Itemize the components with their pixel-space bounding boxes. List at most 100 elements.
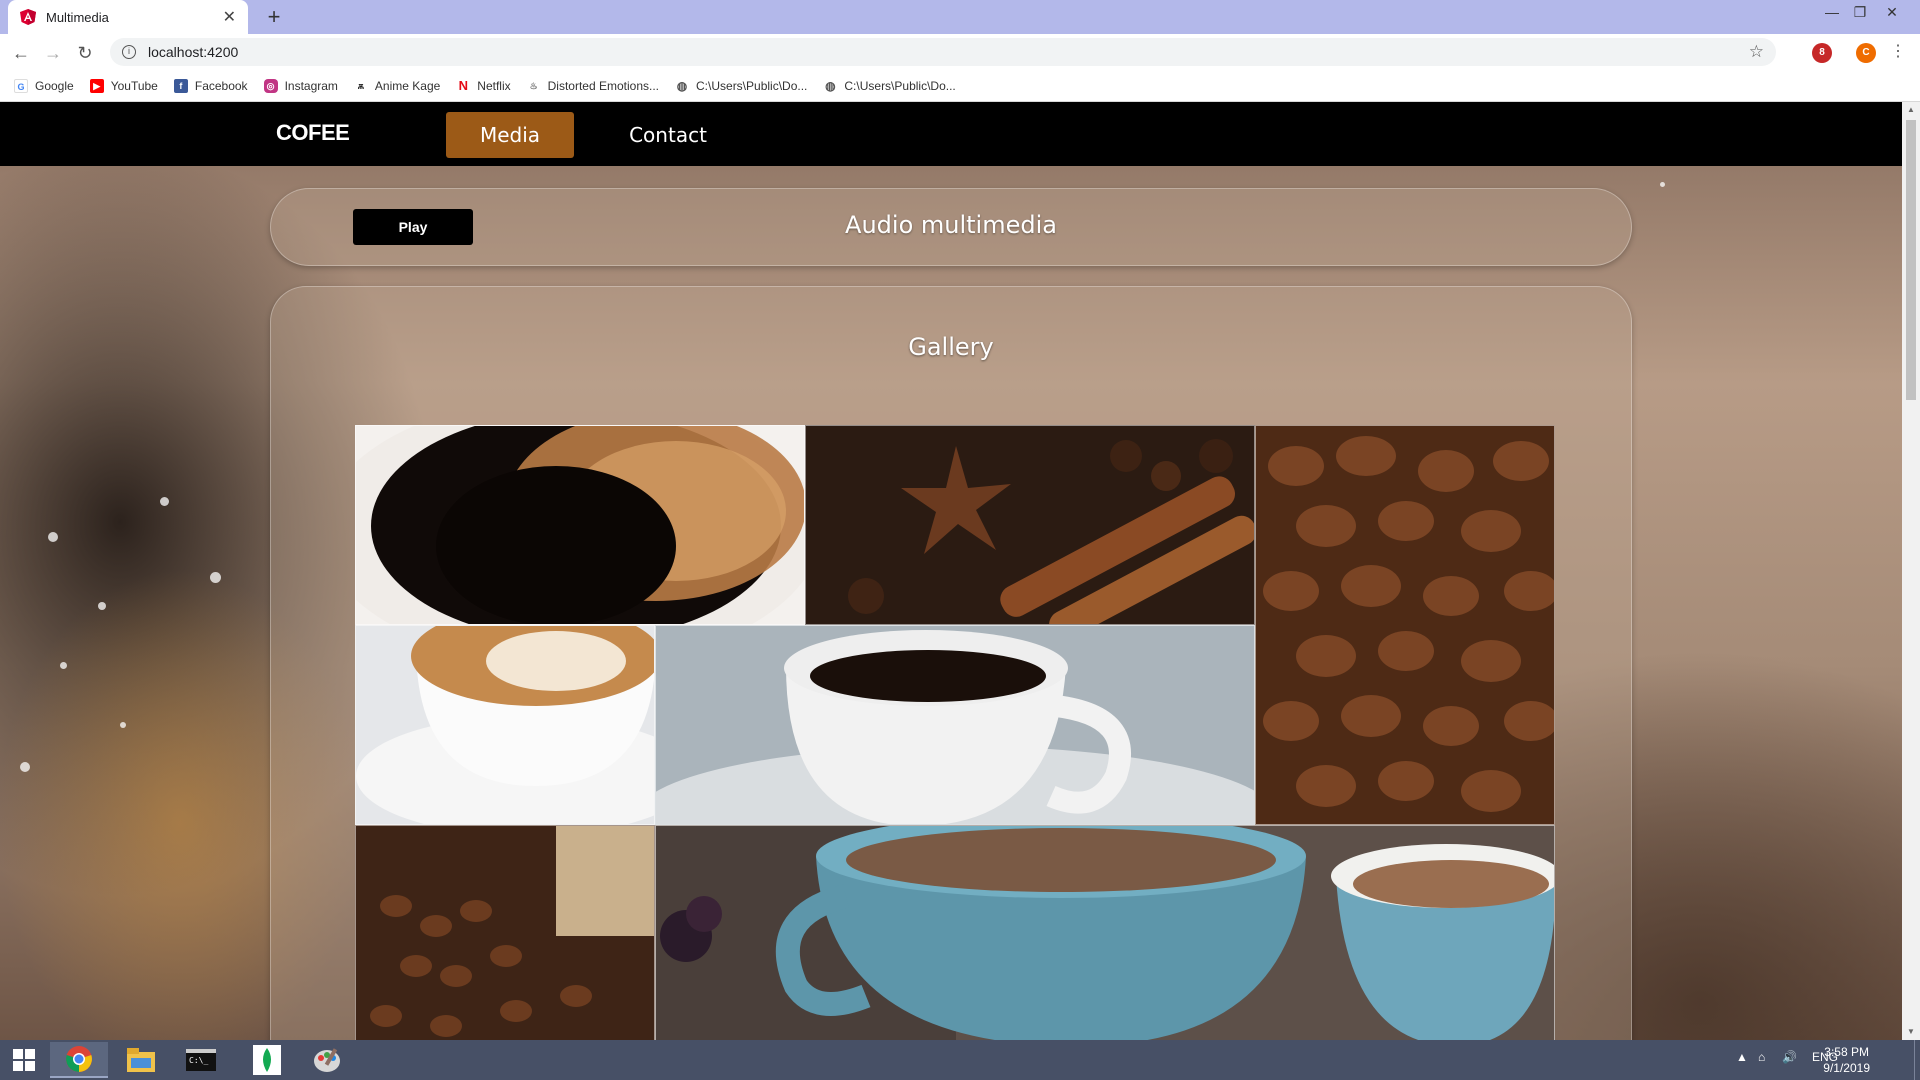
netflix-icon: N [458, 77, 468, 93]
bookmark-google[interactable]: G Google [14, 78, 74, 93]
bookmark-distorted-emotions[interactable]: ♨ Distorted Emotions... [527, 79, 659, 93]
bookmark-label: Google [35, 78, 74, 93]
windows-start-icon[interactable] [0, 1042, 48, 1078]
bookmark-anime-kage[interactable]: ѫ Anime Kage [354, 78, 441, 93]
bookmark-netflix[interactable]: N Netflix [456, 77, 511, 93]
background-droplet [120, 722, 126, 728]
info-icon[interactable]: i [122, 45, 136, 59]
youtube-icon: ▶ [89, 78, 104, 93]
terminal-icon[interactable]: C:\_ [172, 1042, 230, 1078]
globe-icon: ◍ [825, 78, 836, 93]
clock-time: 3:58 PM [1824, 1045, 1869, 1059]
restore-icon[interactable]: ❐ [1846, 4, 1874, 21]
new-tab-button[interactable]: + [262, 5, 286, 29]
gallery-image-blue-cups[interactable] [655, 825, 1555, 1040]
audio-title: Audio multimedia [845, 211, 1057, 239]
gallery-image-beans[interactable] [1255, 425, 1555, 825]
audio-player-card: Audio multimedia Play [270, 188, 1632, 266]
network-icon[interactable]: ⌂ [1758, 1050, 1765, 1064]
clock-date: 9/1/2019 [1823, 1061, 1870, 1075]
background-droplet [20, 762, 30, 772]
profile-avatar[interactable]: C [1856, 43, 1876, 63]
paint-icon[interactable] [298, 1042, 356, 1078]
bookmark-instagram[interactable]: ◎ Instagram [263, 78, 338, 93]
browser-toolbar: ← → ↻ i localhost:4200 ☆ 8 C ⋮ [0, 34, 1920, 70]
bookmark-local-file-2[interactable]: ◍ C:\Users\Public\Do... [823, 78, 956, 93]
browser-menu-icon[interactable]: ⋮ [1890, 41, 1906, 61]
bookmark-label: Anime Kage [374, 78, 441, 93]
facebook-icon: f [173, 78, 188, 93]
close-window-icon[interactable]: ✕ [1878, 4, 1906, 21]
distorted-emotions-icon: ♨ [529, 80, 538, 91]
bookmark-star-icon[interactable]: ☆ [1749, 42, 1764, 62]
gallery-image-beans-jar[interactable] [355, 825, 655, 1040]
bookmark-facebook[interactable]: f Facebook [173, 78, 248, 93]
extension-badge: 8 [1819, 47, 1825, 58]
reload-icon[interactable]: ↻ [74, 42, 96, 64]
bookmark-label: Facebook [194, 78, 248, 93]
instagram-icon: ◎ [263, 78, 278, 93]
volume-icon[interactable]: 🔊 [1782, 1050, 1797, 1064]
gallery-image-espresso[interactable] [355, 425, 805, 625]
globe-icon: ◍ [676, 78, 688, 93]
chrome-taskbar-icon[interactable] [50, 1042, 108, 1078]
browser-tab[interactable]: Multimedia ✕ [8, 0, 248, 34]
bookmark-label: Instagram [284, 78, 338, 93]
bookmark-label: YouTube [110, 78, 158, 93]
bookmarks-bar: G Google ▶ YouTube f Facebook ◎ Instagra… [0, 70, 1920, 102]
svg-text:C:\_: C:\_ [189, 1056, 208, 1065]
nav-media-link[interactable]: Media [446, 112, 574, 158]
play-button[interactable]: Play [353, 209, 473, 245]
latte-art-photo [356, 626, 654, 824]
tab-title: Multimedia [46, 9, 109, 25]
gallery-image-white-cup[interactable] [655, 625, 1255, 825]
mongodb-compass-icon[interactable] [238, 1042, 296, 1078]
bookmark-local-file-1[interactable]: ◍ C:\Users\Public\Do... [675, 78, 808, 93]
coffee-beans-photo [1256, 426, 1554, 824]
scroll-down-arrow-icon[interactable]: ▼ [1902, 1024, 1920, 1040]
background-droplet [160, 497, 169, 506]
bookmark-label: Netflix [477, 78, 511, 93]
background-droplet [98, 602, 106, 610]
gallery-card: Gallery [270, 286, 1632, 1040]
page-viewport: COFEE Media Contact Audio multimedia Pla… [0, 102, 1902, 1040]
blue-cups-photo [656, 826, 1554, 1040]
scroll-up-arrow-icon[interactable]: ▲ [1902, 102, 1920, 118]
background-droplet [1660, 182, 1665, 187]
show-desktop-button[interactable] [1914, 1040, 1920, 1080]
tray-expand-icon[interactable]: ▲ [1736, 1050, 1748, 1064]
site-navbar: COFEE Media Contact [0, 102, 1902, 166]
page-scrollbar[interactable]: ▲ ▼ [1902, 102, 1920, 1040]
google-icon: G [14, 78, 28, 93]
bookmark-label: C:\Users\Public\Do... [696, 78, 808, 93]
profile-initial: C [1862, 47, 1870, 58]
back-arrow-icon[interactable]: ← [10, 42, 32, 64]
angular-icon [20, 9, 36, 25]
address-bar[interactable]: i localhost:4200 ☆ [110, 38, 1776, 66]
anime-kage-icon: ѫ [357, 80, 365, 91]
background-droplet [210, 572, 221, 583]
brand-logo[interactable]: COFEE [276, 120, 350, 146]
file-explorer-icon[interactable] [112, 1042, 170, 1078]
minimize-icon[interactable]: — [1818, 4, 1846, 20]
coffee-beans-jar-photo [356, 826, 654, 1040]
extension-icon[interactable]: 8 [1812, 43, 1832, 63]
gallery-image-cinnamon[interactable] [805, 425, 1255, 625]
url-text[interactable]: localhost:4200 [148, 44, 238, 60]
bookmark-label: C:\Users\Public\Do... [844, 78, 956, 93]
close-tab-icon[interactable]: ✕ [223, 7, 236, 27]
cinnamon-star-anise-photo [806, 426, 1254, 624]
forward-arrow-icon[interactable]: → [42, 42, 64, 64]
background-droplet [48, 532, 58, 542]
system-clock[interactable]: 3:58 PM 9/1/2019 [1823, 1044, 1870, 1076]
browser-tab-strip: Multimedia ✕ + — ❐ ✕ [0, 0, 1920, 34]
bookmark-youtube[interactable]: ▶ YouTube [89, 78, 158, 93]
gallery-image-latte[interactable] [355, 625, 655, 825]
nav-contact-link[interactable]: Contact [604, 112, 732, 158]
background-droplet [60, 662, 67, 669]
scrollbar-thumb[interactable] [1906, 120, 1916, 400]
white-cup-coffee-photo [656, 626, 1254, 824]
bookmark-label: Distorted Emotions... [547, 78, 660, 93]
gallery-title: Gallery [908, 333, 994, 361]
windows-taskbar: C:\_ ▲ ⌂ 🔊 ENG 3:58 PM 9/1/2019 [0, 1040, 1920, 1080]
